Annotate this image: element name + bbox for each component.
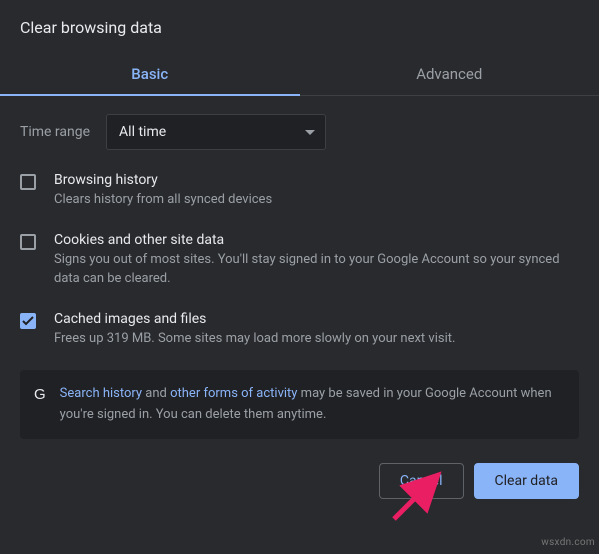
chevron-down-icon (305, 124, 315, 140)
option-title: Browsing history (54, 172, 579, 188)
option-desc: Frees up 319 MB. Some sites may load mor… (54, 330, 579, 349)
option-title: Cached images and files (54, 311, 579, 327)
options-list: Browsing history Clears history from all… (20, 172, 579, 348)
time-range-value: All time (119, 124, 166, 140)
time-range-select[interactable]: All time (106, 114, 326, 150)
option-cache: Cached images and files Frees up 319 MB.… (20, 311, 579, 349)
option-cookies: Cookies and other site data Signs you ou… (20, 232, 579, 289)
checkbox-cache[interactable] (20, 313, 36, 329)
checkbox-browsing-history[interactable] (20, 174, 36, 190)
clear-browsing-dialog: Clear browsing data Basic Advanced Time … (0, 0, 599, 515)
option-text: Browsing history Clears history from all… (54, 172, 579, 210)
search-history-link[interactable]: Search history (60, 386, 142, 401)
time-range-label: Time range (20, 124, 90, 140)
option-title: Cookies and other site data (54, 232, 579, 248)
dialog-actions: Cancel Clear data (20, 463, 579, 499)
google-icon: G (34, 386, 46, 403)
tabs: Basic Advanced (0, 55, 599, 96)
option-browsing-history: Browsing history Clears history from all… (20, 172, 579, 210)
option-desc: Signs you out of most sites. You'll stay… (54, 251, 579, 289)
option-text: Cookies and other site data Signs you ou… (54, 232, 579, 289)
cancel-button[interactable]: Cancel (379, 463, 464, 499)
option-desc: Clears history from all synced devices (54, 191, 579, 210)
tab-advanced[interactable]: Advanced (300, 55, 599, 95)
other-activity-link[interactable]: other forms of activity (170, 386, 297, 401)
checkbox-cookies[interactable] (20, 234, 36, 250)
option-text: Cached images and files Frees up 319 MB.… (54, 311, 579, 349)
watermark: wsxdn.com (541, 537, 595, 548)
dialog-title: Clear browsing data (20, 18, 579, 37)
clear-data-button[interactable]: Clear data (474, 463, 579, 499)
info-text: Search history and other forms of activi… (60, 384, 565, 424)
tab-basic[interactable]: Basic (0, 55, 300, 95)
time-range-row: Time range All time (20, 114, 579, 150)
info-box: G Search history and other forms of acti… (20, 370, 579, 438)
